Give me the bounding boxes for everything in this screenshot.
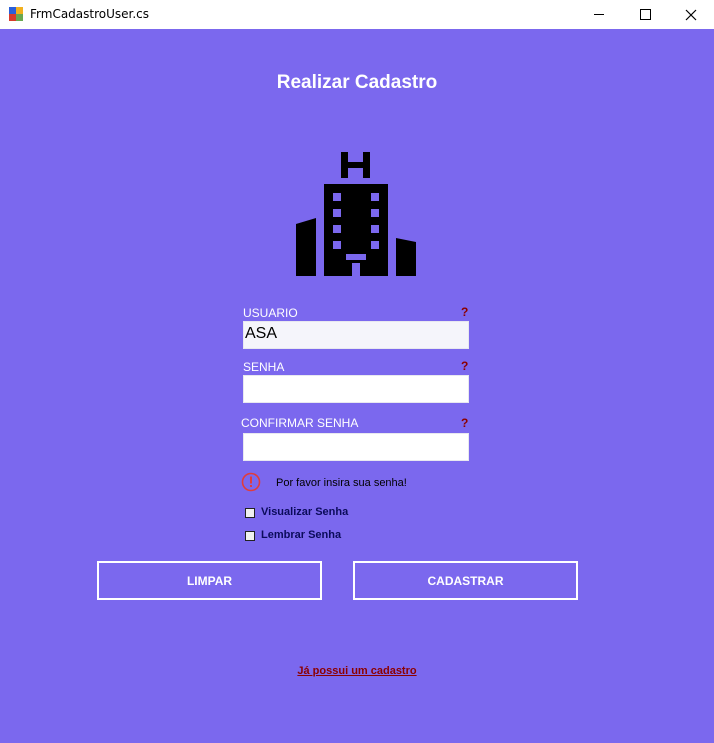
username-label: USUARIO [243, 306, 298, 320]
show-password-label[interactable]: Visualizar Senha [261, 506, 348, 518]
confirm-password-label: CONFIRMAR SENHA [241, 416, 359, 430]
clear-button[interactable]: LIMPAR [97, 561, 322, 600]
password-input[interactable] [243, 375, 469, 403]
close-icon [685, 9, 697, 20]
maximize-button[interactable] [622, 0, 668, 29]
password-help-icon[interactable]: ? [461, 359, 468, 373]
username-input[interactable]: ASA [243, 321, 469, 349]
show-password-checkbox[interactable] [245, 508, 255, 518]
page-title: Realizar Cadastro [276, 72, 438, 93]
remember-password-checkbox[interactable] [245, 531, 255, 541]
username-help-icon[interactable]: ? [461, 305, 468, 319]
error-message: Por favor insira sua senha! [276, 477, 407, 489]
error-icon [241, 472, 261, 492]
close-button[interactable] [668, 0, 714, 29]
confirm-password-help-icon[interactable]: ? [461, 416, 468, 430]
remember-password-label[interactable]: Lembrar Senha [261, 529, 341, 541]
login-link[interactable]: Já possui um cadastro [0, 665, 714, 677]
minimize-button[interactable] [576, 0, 622, 29]
window-title: FrmCadastroUser.cs [30, 7, 150, 21]
app-icon [9, 7, 23, 21]
hotel-building-icon [296, 152, 416, 276]
confirm-password-input[interactable] [243, 433, 469, 461]
password-label: SENHA [243, 360, 285, 374]
title-bar[interactable]: FrmCadastroUser.cs [0, 0, 714, 29]
register-button[interactable]: CADASTRAR [353, 561, 578, 600]
